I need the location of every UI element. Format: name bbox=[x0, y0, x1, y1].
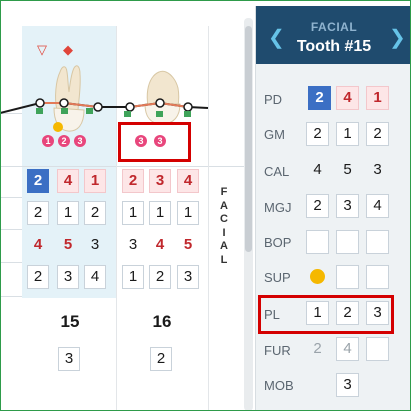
row-label-mgj: MGJ bbox=[264, 200, 292, 215]
pd-cell[interactable]: 3 bbox=[149, 169, 171, 193]
gm-cell[interactable]: 1 bbox=[177, 201, 199, 225]
mgj-cell[interactable]: 3 bbox=[57, 265, 79, 289]
panel-pd-cell[interactable]: 2 bbox=[308, 86, 331, 110]
cal-value: 4 bbox=[33, 236, 43, 253]
stub-cell bbox=[0, 201, 6, 225]
row-label-fur: FUR bbox=[264, 343, 291, 358]
furcation-triangle-icon[interactable]: ▽ bbox=[37, 43, 47, 56]
site-badge[interactable]: 3 bbox=[74, 135, 86, 147]
panel-surface-label: FACIAL bbox=[310, 20, 358, 34]
cal-value: 5 bbox=[63, 236, 73, 253]
panel-bop-cell[interactable] bbox=[336, 230, 359, 254]
cal-value: 3 bbox=[90, 236, 100, 253]
panel-header: ❮ FACIAL Tooth #15 ❯ bbox=[256, 6, 411, 64]
gm-cell[interactable]: 1 bbox=[149, 201, 171, 225]
row-label-mob: MOB bbox=[264, 378, 294, 393]
implant-diamond-icon[interactable]: ◆ bbox=[63, 43, 73, 56]
cal-value: 3 bbox=[128, 236, 138, 253]
row-label-pd: PD bbox=[264, 92, 283, 107]
panel-cal-value: 3 bbox=[373, 161, 382, 178]
panel-tooth-title: Tooth #15 bbox=[296, 38, 372, 55]
mgj-cell[interactable]: 4 bbox=[84, 265, 106, 289]
row-divider bbox=[0, 229, 22, 230]
panel-cal-value: 4 bbox=[313, 161, 322, 178]
cal-value: 4 bbox=[155, 236, 165, 253]
panel-sup-cell[interactable] bbox=[336, 265, 359, 289]
annotation-highlight-box bbox=[118, 122, 191, 162]
chevron-right-icon[interactable]: ❯ bbox=[389, 28, 406, 48]
panel-fur-cell[interactable] bbox=[366, 337, 389, 361]
gm-cell[interactable]: 1 bbox=[122, 201, 144, 225]
cal-value: 5 bbox=[183, 236, 193, 253]
panel-gm-cell[interactable]: 2 bbox=[306, 122, 329, 146]
pd-cell[interactable]: 2 bbox=[27, 169, 49, 193]
pd-cell[interactable]: 2 bbox=[122, 169, 144, 193]
mgj-cell[interactable]: 1 bbox=[122, 265, 144, 289]
mgj-cell[interactable]: 3 bbox=[177, 265, 199, 289]
panel-cal-value: 5 bbox=[343, 161, 352, 178]
mgj-cell[interactable]: 2 bbox=[149, 265, 171, 289]
panel-mgj-cell[interactable]: 4 bbox=[366, 194, 389, 218]
panel-mgj-cell[interactable]: 3 bbox=[336, 194, 359, 218]
row-label-gm: GM bbox=[264, 127, 285, 142]
pd-cell[interactable]: 4 bbox=[57, 169, 79, 193]
panel-pd-cell[interactable]: 4 bbox=[336, 86, 359, 110]
pd-cell[interactable]: 1 bbox=[84, 169, 106, 193]
scrollbar-thumb[interactable] bbox=[245, 26, 252, 252]
panel-mob-cell[interactable]: 3 bbox=[336, 373, 359, 397]
panel-gm-cell[interactable]: 1 bbox=[336, 122, 359, 146]
panel-bop-cell[interactable] bbox=[306, 230, 329, 254]
tooth-number[interactable]: 16 bbox=[142, 312, 182, 332]
site-badge[interactable]: 2 bbox=[58, 135, 70, 147]
mobility-cell[interactable]: 2 bbox=[150, 347, 172, 371]
mgj-cell[interactable]: 2 bbox=[27, 265, 49, 289]
row-divider bbox=[0, 296, 22, 297]
site-badge[interactable]: 1 bbox=[42, 135, 54, 147]
pd-cell[interactable]: 4 bbox=[177, 169, 199, 193]
panel-sup-cell[interactable] bbox=[306, 265, 329, 289]
periodontal-chart-screen: ▽ ◆ 123 33 2 4 1 2 1 2 4 5 3 2 3 4 15 3 … bbox=[0, 0, 411, 411]
panel-fur-cell[interactable]: 4 bbox=[336, 337, 359, 361]
tooth-number[interactable]: 15 bbox=[50, 312, 90, 332]
row-divider bbox=[0, 197, 22, 198]
row-label-sup: SUP bbox=[264, 270, 291, 285]
panel-gm-cell[interactable]: 2 bbox=[366, 122, 389, 146]
mobility-cell[interactable]: 3 bbox=[58, 347, 80, 371]
panel-mgj-cell[interactable]: 2 bbox=[306, 194, 329, 218]
facial-side-label: FACIAL bbox=[220, 186, 228, 266]
panel-fur-value[interactable]: 2 bbox=[306, 337, 329, 361]
tooth-15-image[interactable] bbox=[53, 65, 85, 132]
gm-cell[interactable]: 2 bbox=[27, 201, 49, 225]
panel-sup-cell[interactable] bbox=[366, 265, 389, 289]
suppuration-dot bbox=[53, 122, 63, 132]
panel-bop-cell[interactable] bbox=[366, 230, 389, 254]
tooth-detail-panel: ❮ FACIAL Tooth #15 ❯ PD 2 4 1 GM 2 1 2 C… bbox=[255, 6, 411, 411]
gm-cell[interactable]: 2 bbox=[84, 201, 106, 225]
panel-pd-cell[interactable]: 1 bbox=[366, 86, 389, 110]
suppuration-dot bbox=[310, 268, 325, 284]
gm-cell[interactable]: 1 bbox=[57, 201, 79, 225]
row-divider bbox=[0, 262, 22, 263]
row-label-bop: BOP bbox=[264, 235, 292, 250]
row-label-cal: CAL bbox=[264, 164, 290, 179]
stub-cell bbox=[0, 172, 20, 196]
annotation-highlight-box bbox=[258, 295, 394, 334]
